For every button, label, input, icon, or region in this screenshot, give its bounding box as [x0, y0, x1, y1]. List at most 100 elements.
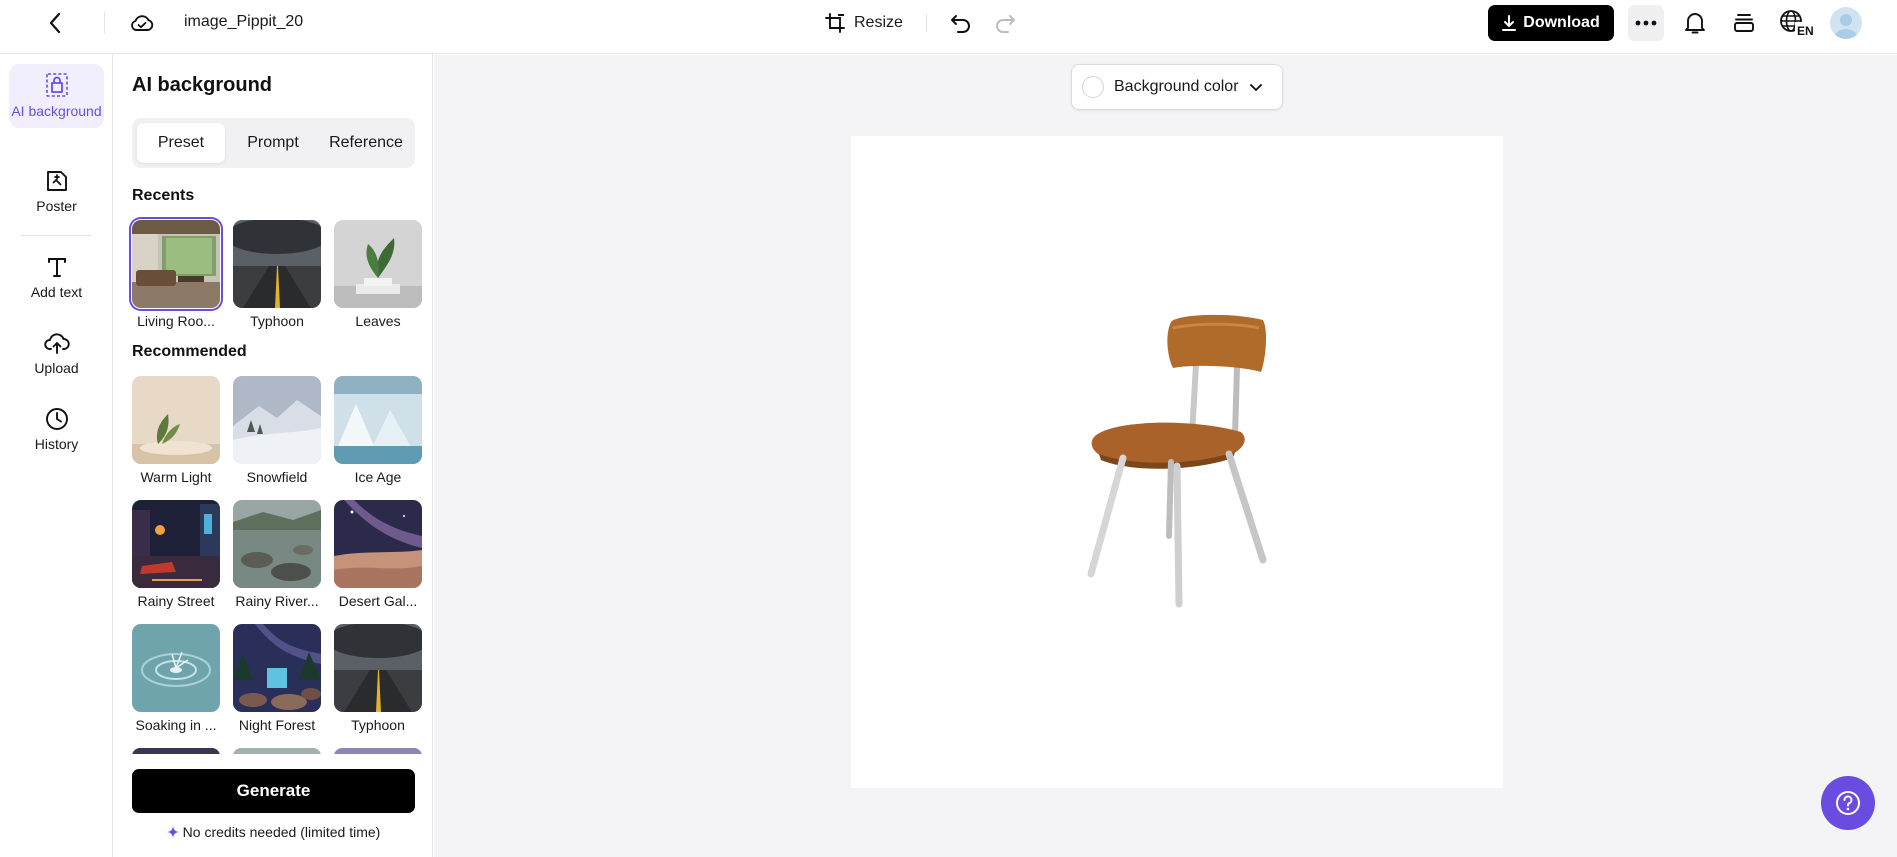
thumb-label: Ice Age — [354, 469, 402, 485]
preset-thumb-typhoon-2[interactable] — [334, 624, 422, 712]
preset-thumb-leaves[interactable] — [334, 220, 422, 308]
undo-button[interactable] — [946, 9, 976, 37]
ai-background-icon — [45, 73, 68, 97]
download-icon — [1502, 15, 1517, 31]
thumb-label: Snowfield — [246, 469, 308, 485]
cloud-icon — [131, 15, 154, 31]
background-color-dropdown[interactable]: Background color — [1071, 64, 1283, 110]
ai-background-panel: AI background Preset Prompt Reference Re… — [113, 54, 433, 857]
help-icon — [1836, 791, 1860, 815]
rail-item-label: History — [34, 436, 79, 452]
user-avatar-icon — [1834, 14, 1858, 39]
night-forest-image — [233, 624, 321, 712]
preset-thumb-rainy-street[interactable] — [132, 500, 220, 588]
preset-thumb-typhoon[interactable] — [233, 220, 321, 308]
ice-age-image — [334, 376, 422, 464]
preset-thumb-rainy-river[interactable] — [233, 500, 321, 588]
panel-title: AI background — [132, 74, 273, 96]
thumb-label: Rainy River... — [235, 593, 319, 609]
credits-note: No credits needed (limited time) — [132, 824, 415, 840]
rail-item-label: AI background — [11, 103, 102, 119]
tool-rail: AI background Poster Add text Upload His… — [0, 54, 113, 857]
preset-thumb-living-room[interactable] — [129, 217, 223, 311]
rainy-river-image — [233, 500, 321, 588]
credits-text: No credits needed (limited time) — [182, 824, 381, 840]
download-button[interactable]: Download — [1488, 5, 1614, 41]
warm-light-image — [132, 376, 220, 464]
redo-icon — [996, 15, 1015, 33]
tab-reference[interactable]: Reference — [321, 123, 411, 163]
tab-prompt[interactable]: Prompt — [229, 123, 317, 163]
poster-icon — [46, 171, 67, 191]
notifications-button[interactable] — [1680, 8, 1710, 38]
rail-item-ai-background[interactable]: AI background — [9, 64, 104, 128]
recents-heading: Recents — [132, 187, 195, 204]
sparkle-icon — [166, 826, 179, 838]
thumb-label: Leaves — [355, 313, 401, 329]
rail-item-history[interactable]: History — [9, 407, 104, 453]
preset-thumb-snowfield[interactable] — [233, 376, 321, 464]
resize-label: Resize — [854, 14, 903, 31]
preset-thumb-warm-light[interactable] — [132, 376, 220, 464]
thumb-label: Typhoon — [351, 717, 405, 733]
top-bar: image_Pippit_20 Resize Download EN — [0, 0, 1897, 54]
rail-item-upload[interactable]: Upload — [9, 331, 104, 377]
rail-item-add-text[interactable]: Add text — [9, 255, 104, 301]
desert-galaxy-image — [334, 500, 422, 588]
stack-icon — [1734, 14, 1754, 32]
typhoon-image — [334, 624, 422, 712]
cloud-sync-button[interactable] — [127, 9, 157, 37]
thumb-label: Night Forest — [238, 717, 316, 733]
rail-divider — [20, 235, 92, 236]
divider — [926, 14, 927, 32]
soaking-image — [132, 624, 220, 712]
document-title[interactable]: image_Pippit_20 — [184, 13, 303, 31]
tab-preset[interactable]: Preset — [137, 123, 225, 163]
preset-thumb-ice-age[interactable] — [334, 376, 422, 464]
rail-item-label: Add text — [30, 284, 83, 300]
thumb-label: Rainy Street — [137, 593, 215, 609]
chair-image[interactable] — [851, 136, 1503, 788]
back-button[interactable] — [40, 10, 70, 36]
workspace-button[interactable] — [1729, 8, 1759, 38]
rail-item-poster[interactable]: Poster — [9, 169, 104, 215]
undo-icon — [951, 15, 970, 33]
leaves-image — [334, 220, 422, 308]
living-room-image — [132, 220, 220, 308]
rail-item-label: Poster — [36, 198, 77, 214]
text-icon — [47, 258, 66, 277]
background-color-label: Background color — [1114, 78, 1239, 95]
thumb-label: Warm Light — [140, 469, 212, 485]
upload-icon — [43, 333, 70, 354]
redo-button[interactable] — [990, 9, 1020, 37]
avatar[interactable] — [1830, 7, 1862, 39]
preset-thumb-night-forest[interactable] — [233, 624, 321, 712]
history-icon — [45, 408, 68, 430]
language-code: EN — [1797, 24, 1814, 38]
color-swatch — [1082, 76, 1104, 98]
language-button[interactable]: EN — [1778, 6, 1818, 40]
snowfield-image — [233, 376, 321, 464]
thumb-label: Desert Gal... — [338, 593, 418, 609]
preset-thumb-desert-galaxy[interactable] — [334, 500, 422, 588]
preset-tabs: Preset Prompt Reference — [132, 118, 415, 168]
preset-thumb-soaking[interactable] — [132, 624, 220, 712]
thumb-label: Living Roo... — [137, 313, 215, 329]
resize-icon — [825, 13, 845, 33]
thumb-label: Typhoon — [250, 313, 304, 329]
download-label: Download — [1523, 14, 1600, 31]
thumb-label: Soaking in ... — [135, 717, 217, 733]
more-horizontal-icon — [1635, 20, 1657, 26]
resize-button[interactable]: Resize — [824, 10, 903, 36]
chevron-down-icon — [1249, 83, 1262, 91]
more-options-button[interactable] — [1628, 5, 1664, 41]
recommended-heading: Recommended — [132, 343, 247, 360]
rainy-street-image — [132, 500, 220, 588]
generate-button[interactable]: Generate — [132, 769, 415, 813]
artboard[interactable] — [851, 136, 1503, 788]
help-button[interactable] — [1821, 776, 1875, 830]
chevron-left-icon — [49, 12, 61, 34]
rail-item-label: Upload — [34, 360, 79, 376]
divider — [104, 12, 105, 34]
typhoon-image — [233, 220, 321, 308]
